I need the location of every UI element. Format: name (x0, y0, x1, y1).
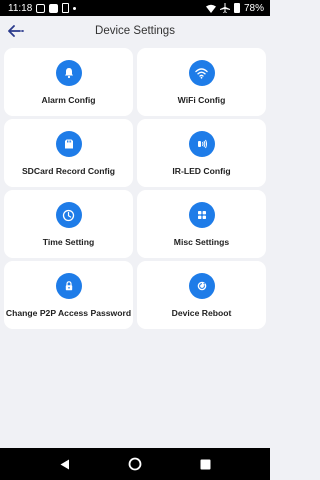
status-left: 11:18 (8, 2, 77, 14)
sdcard-icon (55, 131, 82, 157)
wifi-icon (188, 60, 215, 86)
sdcard-record-config-card[interactable]: SDCard Record Config (4, 119, 133, 187)
reboot-icon (188, 273, 215, 299)
settings-grid: Alarm Config WiFi Config SDCard Record C… (4, 48, 266, 329)
card-label: Alarm Config (41, 95, 96, 105)
card-label: Time Setting (42, 237, 95, 247)
card-label: IR-LED Config (172, 166, 231, 176)
card-label: WiFi Config (177, 95, 226, 105)
change-p2p-password-card[interactable]: Change P2P Access Password (4, 261, 133, 329)
nav-recents-button[interactable] (195, 454, 215, 474)
card-label: Change P2P Access Password (5, 308, 132, 318)
back-arrow-icon (8, 25, 24, 37)
nav-home-icon (128, 457, 142, 471)
nav-home-button[interactable] (125, 454, 145, 474)
card-label: SDCard Record Config (21, 166, 116, 176)
ir-led-config-card[interactable]: IR-LED Config (137, 119, 266, 187)
wifi-status-icon (205, 4, 216, 13)
card-label: Misc Settings (173, 237, 230, 247)
time-setting-card[interactable]: Time Setting (4, 190, 133, 258)
status-bar: 11:18 78% (0, 0, 270, 16)
nav-back-icon (60, 459, 69, 469)
battery-icon (233, 3, 240, 13)
system-nav-bar (0, 448, 270, 480)
airplane-mode-icon (219, 3, 230, 13)
wifi-config-card[interactable]: WiFi Config (137, 48, 266, 116)
grid-icon (188, 202, 215, 228)
lock-icon (55, 273, 82, 299)
device-reboot-card[interactable]: Device Reboot (137, 261, 266, 329)
status-right: 78% (205, 2, 264, 14)
more-notifications-icon (73, 6, 77, 10)
ir-led-icon (188, 131, 215, 157)
misc-settings-card[interactable]: Misc Settings (137, 190, 266, 258)
notification-icon (36, 3, 46, 13)
notification-icon (49, 3, 59, 13)
nav-recents-icon (200, 459, 210, 469)
notification-icon (62, 3, 70, 13)
app-header: Device Settings (0, 16, 270, 46)
bell-icon (55, 60, 82, 86)
nav-back-button[interactable] (55, 454, 75, 474)
page-title: Device Settings (95, 25, 175, 37)
back-button[interactable] (5, 20, 27, 42)
status-time: 11:18 (8, 2, 33, 14)
card-label: Device Reboot (171, 308, 232, 318)
alarm-config-card[interactable]: Alarm Config (4, 48, 133, 116)
battery-level: 78% (243, 2, 264, 14)
clock-icon (55, 202, 82, 228)
